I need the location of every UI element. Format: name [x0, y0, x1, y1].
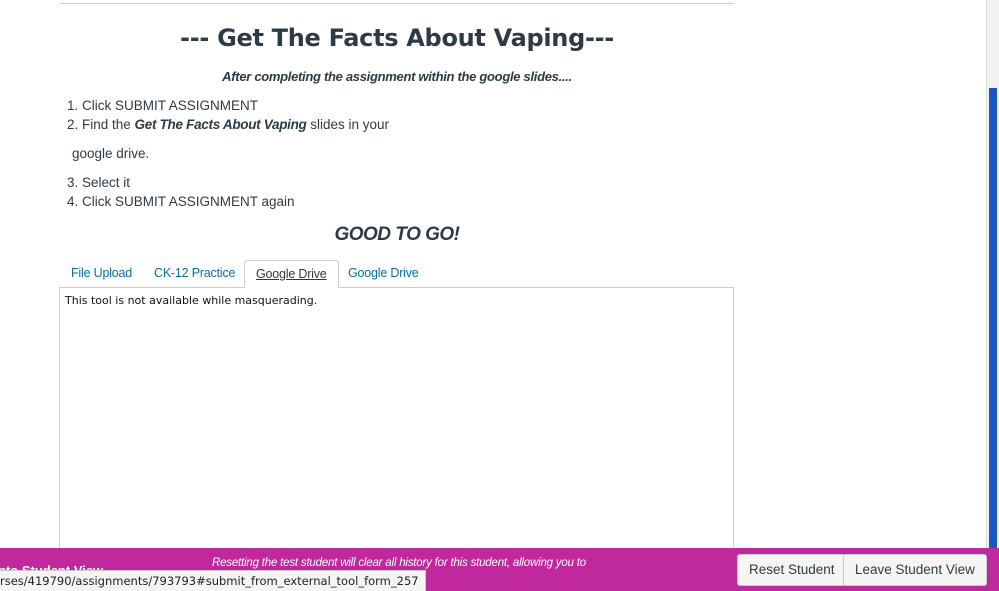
- tool-unavailable-message: This tool is not available while masquer…: [65, 294, 318, 307]
- scrollbar-thumb[interactable]: [989, 88, 997, 548]
- reset-student-button[interactable]: Reset Student: [737, 554, 847, 586]
- tab-file-upload[interactable]: File Upload: [60, 260, 143, 288]
- instruction-step-1: 1. Click SUBMIT ASSIGNMENT: [67, 98, 259, 113]
- closing-text: GOOD TO GO!: [334, 224, 460, 245]
- step-2-emphasis: Get The Facts About Vaping: [134, 117, 307, 132]
- assignment-title: --- Get The Facts About Vaping---: [180, 24, 614, 52]
- submission-tabs: File Upload CK-12 Practice Google Drive …: [60, 260, 734, 288]
- step-2-suffix: slides in your: [306, 117, 390, 132]
- external-tool-frame: This tool is not available while masquer…: [59, 287, 734, 557]
- leave-student-view-button[interactable]: Leave Student View: [843, 554, 987, 586]
- instruction-step-2-continued: google drive.: [72, 146, 150, 161]
- step-2-prefix: 2. Find the: [67, 117, 135, 132]
- link-status-url: rses/419790/assignments/793793#submit_fr…: [0, 570, 426, 591]
- tab-ck12-practice[interactable]: CK-12 Practice: [143, 260, 246, 288]
- instruction-step-2: 2. Find the Get The Facts About Vaping s…: [67, 117, 389, 132]
- top-divider: [60, 3, 734, 4]
- page-scrollbar[interactable]: [986, 0, 999, 548]
- tab-google-drive[interactable]: Google Drive: [337, 260, 430, 288]
- instruction-step-3: 3. Select it: [67, 175, 131, 190]
- tab-google-drive-active[interactable]: Google Drive: [244, 260, 339, 288]
- reset-warning-line-1: Resetting the test student will clear al…: [212, 557, 586, 569]
- assignment-subtitle: After completing the assignment within t…: [222, 69, 572, 84]
- instruction-step-4: 4. Click SUBMIT ASSIGNMENT again: [67, 194, 295, 209]
